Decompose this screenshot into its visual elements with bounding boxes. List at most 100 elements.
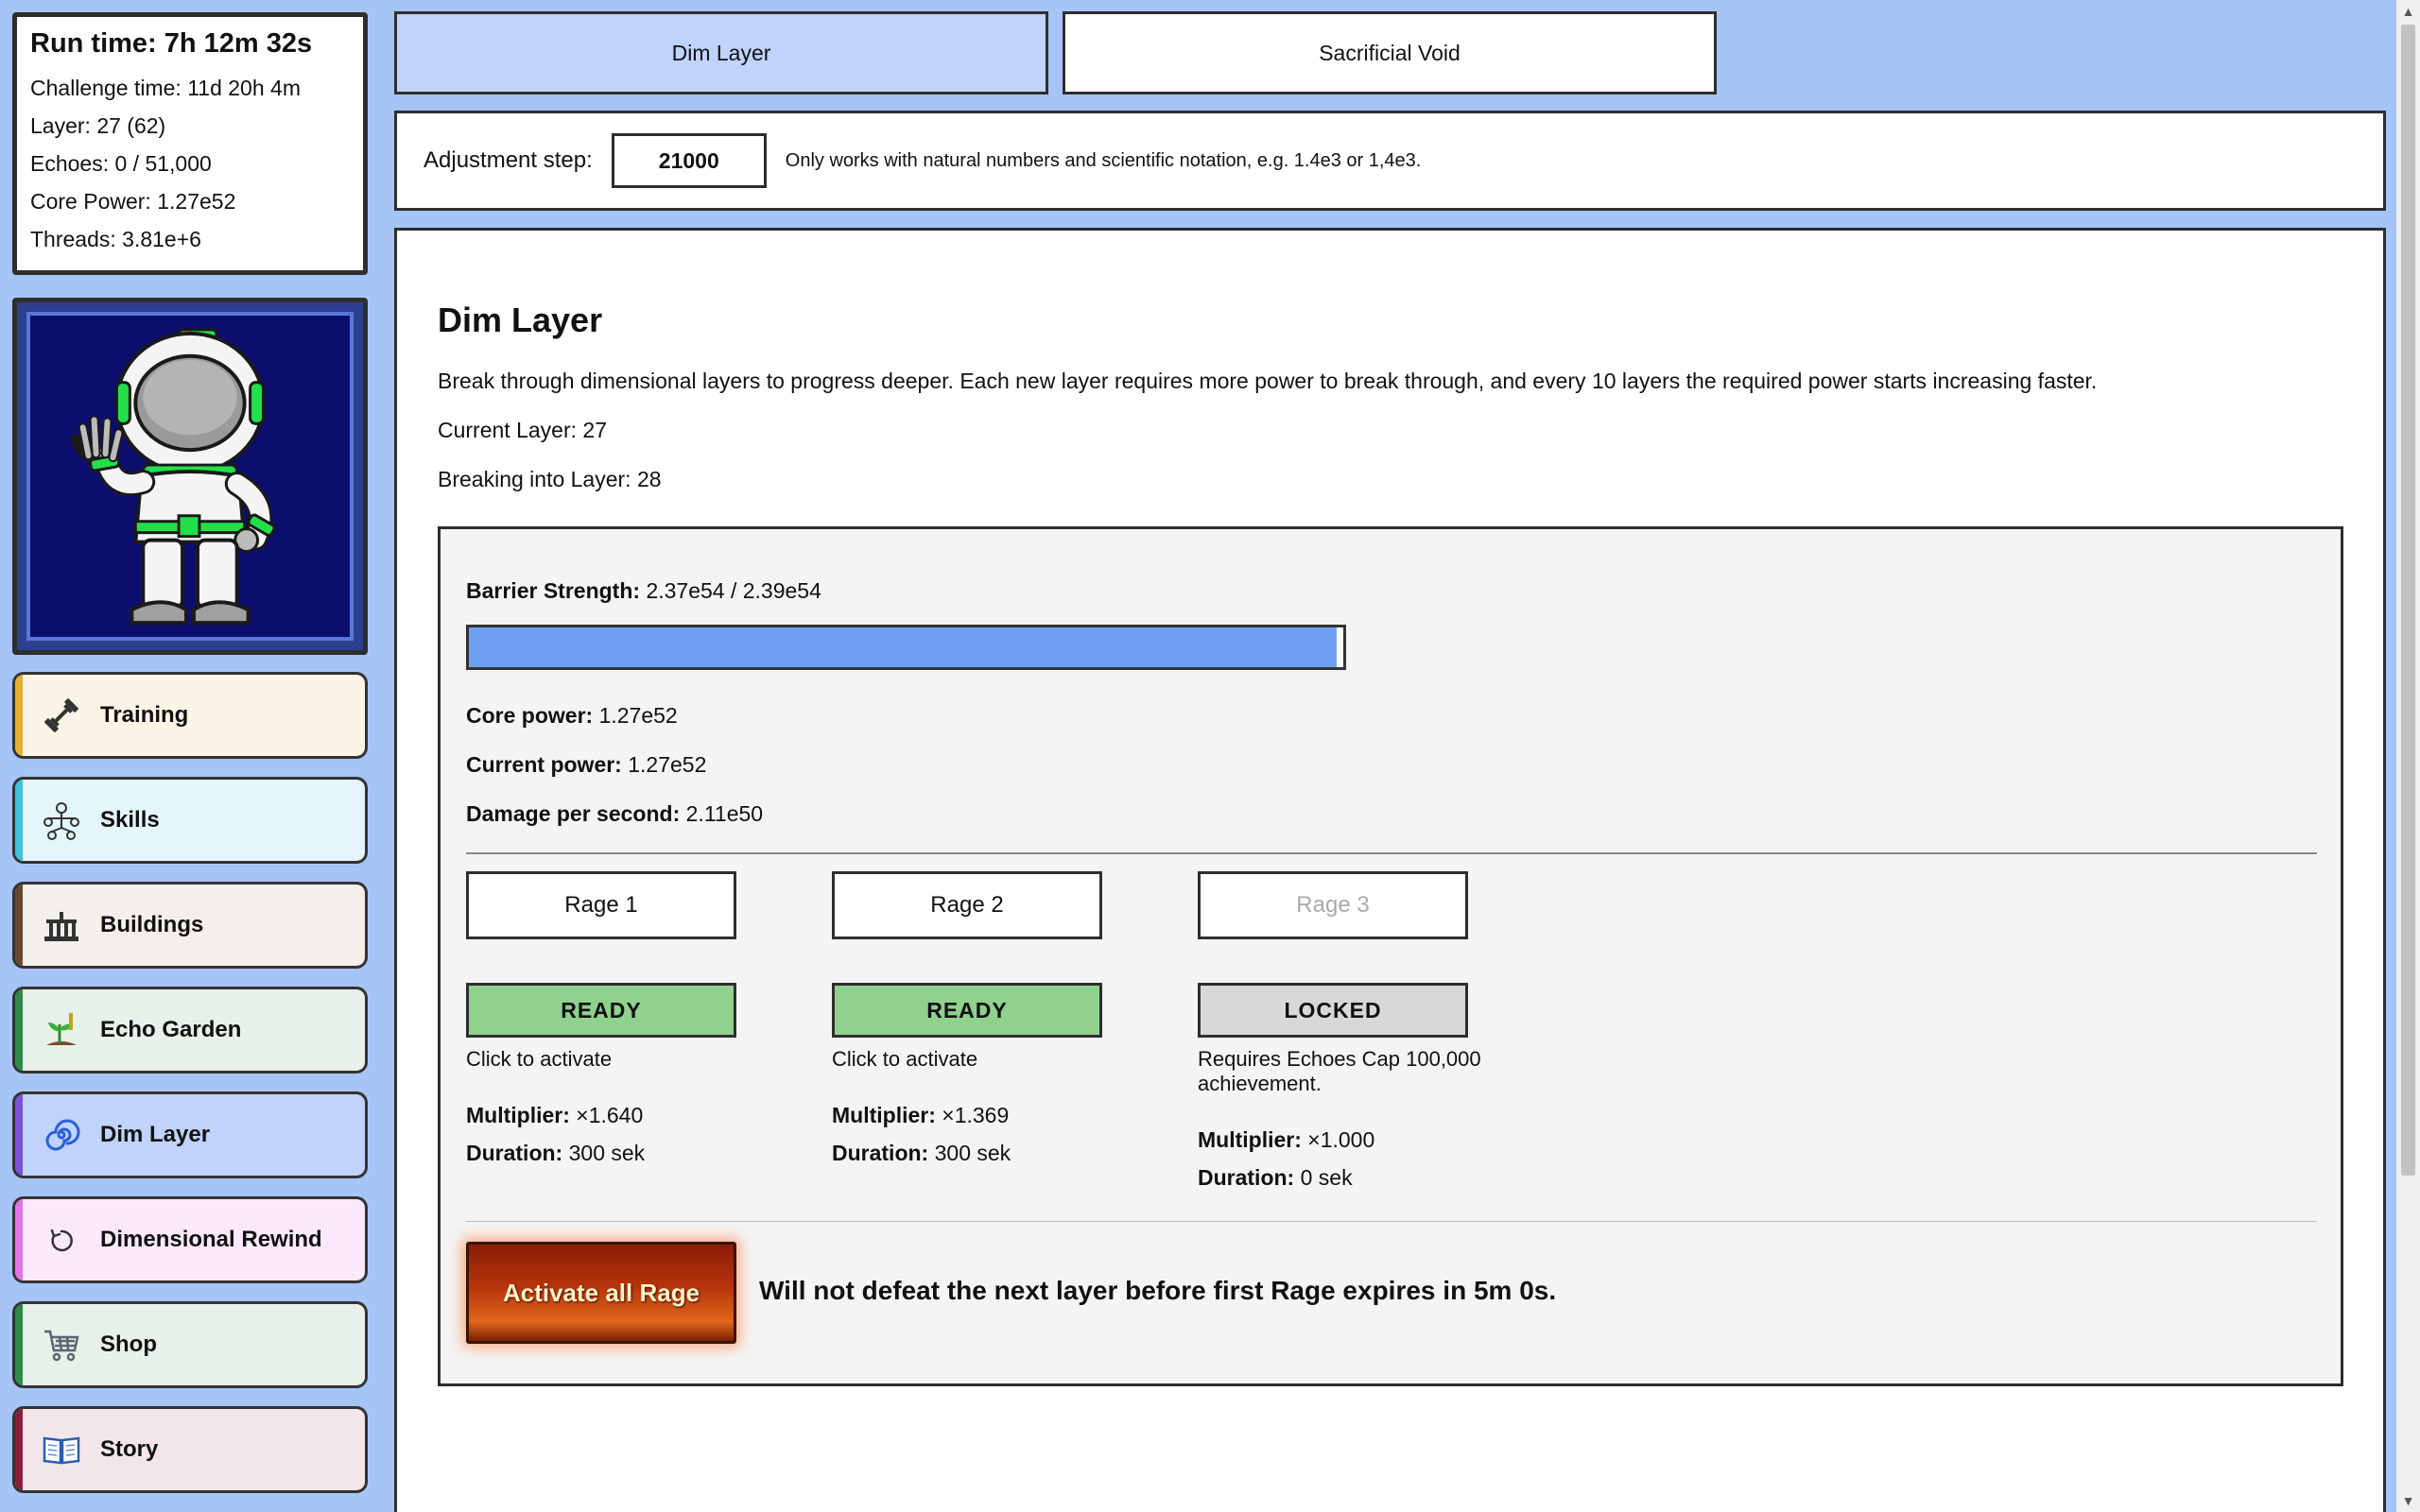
spiral-icon	[40, 1113, 83, 1157]
duration-label: Duration:	[1198, 1165, 1295, 1190]
layer-stat: Layer: 27 (62)	[30, 113, 166, 138]
duration-value: 300 sek	[568, 1141, 646, 1165]
duration-value: 0 sek	[1300, 1165, 1353, 1190]
nav-stripe	[15, 780, 23, 861]
sidebar-item-shop[interactable]: Shop	[12, 1301, 368, 1388]
sidebar-item-story[interactable]: Story	[12, 1406, 368, 1493]
multiplier-value: ×1.640	[576, 1103, 644, 1127]
avatar-frame	[12, 298, 368, 655]
breaking-into-layer: Breaking into Layer: 28	[438, 467, 662, 491]
rage-1-duration: Duration: 300 sek	[466, 1134, 740, 1172]
core-power-value: 1.27e52	[598, 703, 678, 728]
adjustment-step-label: Adjustment step:	[424, 147, 593, 173]
rage-1-multiplier: Multiplier: ×1.640	[466, 1096, 740, 1134]
sidebar-item-skills[interactable]: Skills	[12, 777, 368, 864]
barrier-progress-fill	[469, 627, 1337, 667]
multiplier-label: Multiplier:	[1198, 1127, 1302, 1152]
cart-icon	[40, 1323, 83, 1366]
sidebar-item-label: Buildings	[100, 912, 204, 937]
nav-stripe	[15, 1304, 23, 1385]
sidebar-item-label: Echo Garden	[100, 1017, 242, 1042]
activate-all-rage-button[interactable]: Activate all Rage	[466, 1242, 736, 1344]
core-power-stat: Core Power: 1.27e52	[30, 189, 236, 214]
dim-layer-panel: Dim Layer Break through dimensional laye…	[394, 228, 2386, 1512]
book-icon	[40, 1428, 83, 1471]
current-power-label: Current power:	[466, 752, 622, 777]
sidebar-item-label: Shop	[100, 1332, 157, 1357]
sidebar-item-buildings[interactable]: Buildings	[12, 882, 368, 969]
sidebar-item-dim-layer[interactable]: Dim Layer	[12, 1091, 368, 1178]
rewind-icon	[40, 1218, 83, 1262]
scrollbar[interactable]: ▲ ▼	[2396, 0, 2420, 1512]
barrier-strength: Barrier Strength: 2.37e54 / 2.39e54	[466, 578, 821, 604]
nav-stripe	[15, 675, 23, 756]
dps-row: Damage per second: 2.11e50	[466, 801, 763, 827]
page-title: Dim Layer	[438, 301, 603, 339]
rage-3-duration: Duration: 0 sek	[1198, 1159, 1519, 1196]
nav-stripe	[15, 1094, 23, 1176]
adjustment-step-hint: Only works with natural numbers and scie…	[785, 149, 1422, 171]
multiplier-value: ×1.369	[942, 1103, 1010, 1127]
adjustment-step-panel: Adjustment step: Only works with natural…	[394, 111, 2386, 211]
current-layer: Current Layer: 27	[438, 418, 607, 442]
nav-stripe	[15, 989, 23, 1071]
adjustment-step-input[interactable]	[611, 133, 767, 188]
rage-2-duration: Duration: 300 sek	[832, 1134, 1106, 1172]
scroll-up-icon[interactable]: ▲	[2396, 0, 2420, 23]
threads-stat: Threads: 3.81e+6	[30, 227, 201, 251]
astronaut-icon	[70, 328, 276, 626]
duration-value: 300 sek	[934, 1141, 1011, 1165]
multiplier-value: ×1.000	[1307, 1127, 1375, 1152]
duration-label: Duration:	[832, 1141, 929, 1165]
nav-stripe	[15, 1409, 23, 1490]
multiplier-label: Multiplier:	[466, 1103, 570, 1127]
rage-3-column: Rage 3 LOCKED Requires Echoes Cap 100,00…	[1198, 871, 1519, 1196]
tab-sacrificial-void[interactable]: Sacrificial Void	[1063, 11, 1717, 94]
dps-label: Damage per second:	[466, 801, 681, 826]
scrollbar-thumb[interactable]	[2401, 25, 2415, 1176]
rage-1-column: Rage 1 READY Click to activate Multiplie…	[466, 871, 740, 1172]
sidebar-item-label: Training	[100, 702, 189, 728]
sidebar-item-label: Skills	[100, 807, 160, 833]
sidebar-item-dimensional-rewind[interactable]: Dimensional Rewind	[12, 1196, 368, 1283]
sidebar-item-label: Dim Layer	[100, 1122, 211, 1147]
building-icon	[40, 903, 83, 947]
sidebar-item-label: Story	[100, 1436, 159, 1462]
divider	[466, 852, 2317, 854]
core-power-label: Core power:	[466, 703, 594, 728]
sidebar-item-label: Dimensional Rewind	[100, 1227, 322, 1252]
dumbbell-icon	[40, 694, 83, 737]
nav-stripe	[15, 1199, 23, 1280]
rage-1-status[interactable]: READY	[466, 983, 736, 1038]
barrier-strength-label: Barrier Strength:	[466, 578, 641, 603]
run-time: Run time: 7h 12m 32s	[30, 28, 313, 59]
rage-2-note: Click to activate	[832, 1047, 978, 1071]
current-power-row: Current power: 1.27e52	[466, 752, 706, 778]
rage-2-column: Rage 2 READY Click to activate Multiplie…	[832, 871, 1106, 1172]
stats-panel: Run time: 7h 12m 32s Challenge time: 11d…	[12, 12, 368, 275]
sidebar-item-training[interactable]: Training	[12, 672, 368, 759]
rage-3-multiplier: Multiplier: ×1.000	[1198, 1121, 1519, 1159]
description: Break through dimensional layers to prog…	[438, 369, 2098, 393]
rage-3-note: Requires Echoes Cap 100,000 achievement.	[1198, 1047, 1481, 1095]
rage-2-multiplier: Multiplier: ×1.369	[832, 1096, 1106, 1134]
plant-icon	[40, 1008, 83, 1052]
multiplier-label: Multiplier:	[832, 1103, 936, 1127]
rage-warning: Will not defeat the next layer before fi…	[759, 1276, 1557, 1305]
skill-tree-icon	[40, 799, 83, 842]
barrier-panel: Barrier Strength: 2.37e54 / 2.39e54 Core…	[438, 526, 2343, 1386]
tab-dim-layer[interactable]: Dim Layer	[394, 11, 1048, 94]
rage-2-button[interactable]: Rage 2	[832, 871, 1102, 939]
barrier-progress-bar	[466, 625, 1346, 670]
barrier-strength-value: 2.37e54 / 2.39e54	[646, 578, 821, 603]
rage-1-button[interactable]: Rage 1	[466, 871, 736, 939]
sidebar-item-echo-garden[interactable]: Echo Garden	[12, 987, 368, 1074]
core-power-row: Core power: 1.27e52	[466, 703, 678, 729]
echoes-stat: Echoes: 0 / 51,000	[30, 151, 212, 176]
avatar	[26, 312, 354, 641]
rage-3-button[interactable]: Rage 3	[1198, 871, 1468, 939]
rage-3-status: LOCKED	[1198, 983, 1468, 1038]
nav-stripe	[15, 885, 23, 966]
rage-2-status[interactable]: READY	[832, 983, 1102, 1038]
scroll-down-icon[interactable]: ▼	[2396, 1489, 2420, 1512]
